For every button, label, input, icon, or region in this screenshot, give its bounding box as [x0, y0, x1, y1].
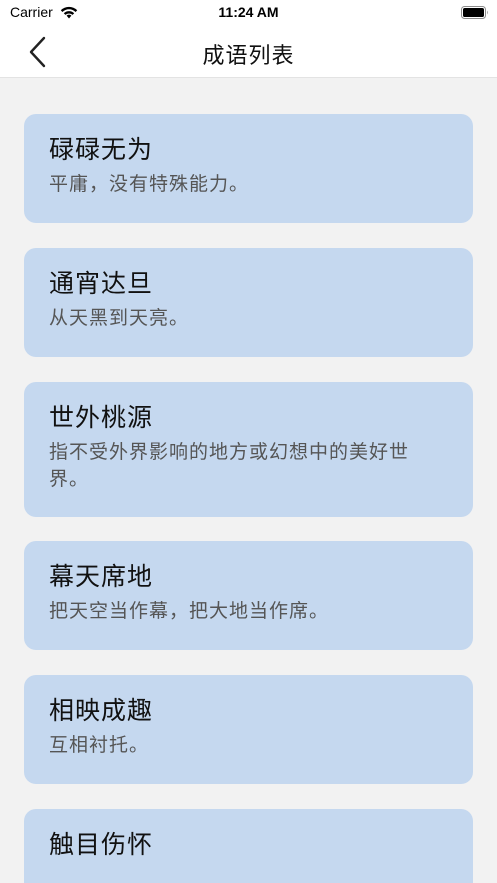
idiom-title: 触目伤怀: [49, 830, 154, 859]
clock: 11:24 AM: [218, 4, 279, 20]
screen: Carrier 11:24 AM 成语列表 碌碌无为 平庸，没有特殊能力。 通宵…: [0, 0, 497, 883]
idiom-card[interactable]: 触目伤怀: [24, 809, 473, 883]
idiom-description: 互相衬托。: [49, 734, 150, 756]
idiom-description: 平庸，没有特殊能力。: [49, 173, 250, 195]
idiom-title: 通宵达旦: [49, 269, 154, 298]
idiom-card[interactable]: 幕天席地 把天空当作幕，把大地当作席。: [24, 541, 473, 650]
idiom-title: 幕天席地: [49, 562, 154, 591]
idiom-card[interactable]: 通宵达旦 从天黑到天亮。: [24, 248, 473, 357]
status-bar: Carrier 11:24 AM: [0, 0, 497, 26]
navigation-bar: 成语列表: [0, 26, 497, 78]
idiom-title: 相映成趣: [49, 696, 154, 725]
page-title: 成语列表: [202, 44, 295, 69]
idiom-card[interactable]: 世外桃源 指不受外界影响的地方或幻想中的美好世界。: [24, 382, 473, 517]
idiom-description: 把天空当作幕，把大地当作席。: [49, 600, 330, 622]
idiom-title: 碌碌无为: [49, 135, 154, 164]
idiom-description: 指不受外界影响的地方或幻想中的美好世界。: [49, 441, 410, 490]
idiom-list[interactable]: 碌碌无为 平庸，没有特殊能力。 通宵达旦 从天黑到天亮。 世外桃源 指不受外界影…: [0, 78, 497, 883]
idiom-title: 世外桃源: [49, 403, 154, 432]
battery-icon: [461, 6, 488, 19]
idiom-card[interactable]: 碌碌无为 平庸，没有特殊能力。: [24, 114, 473, 223]
idiom-description: 从天黑到天亮。: [49, 307, 190, 329]
idiom-card[interactable]: 相映成趣 互相衬托。: [24, 675, 473, 784]
